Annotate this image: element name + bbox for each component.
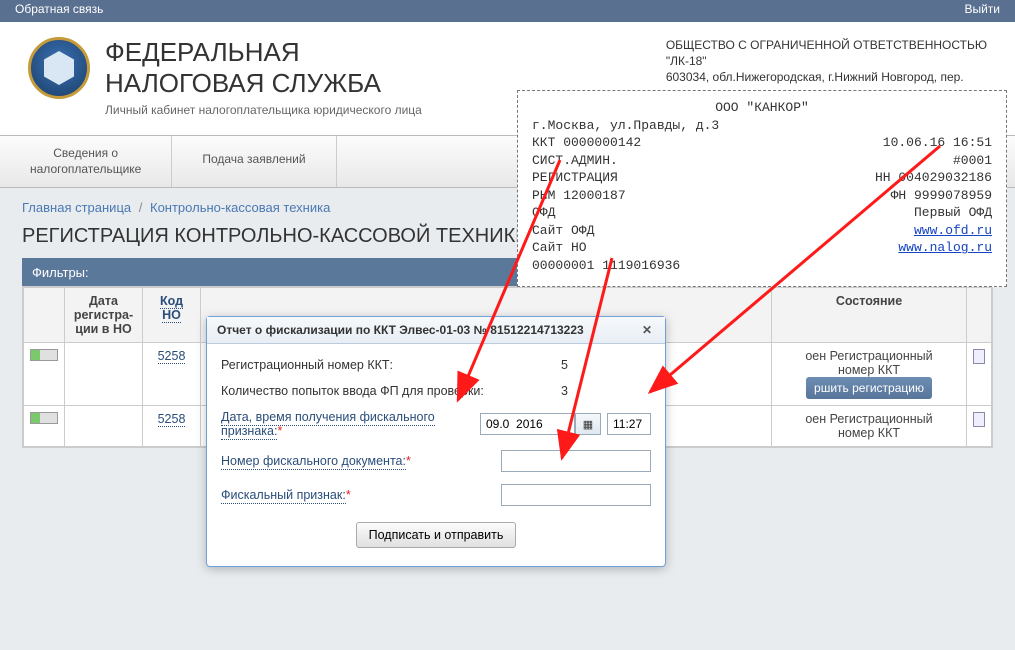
col-no-code: Код НО: [143, 288, 201, 343]
reg-num-label: Регистрационный номер ККТ:: [221, 358, 561, 372]
agency-title-1: ФЕДЕРАЛЬНАЯ: [105, 37, 666, 68]
dialog-title-text: Отчет о фискализации по ККТ Элвес-01-03 …: [217, 323, 584, 337]
nav-submit-applications[interactable]: Подача заявлений: [172, 136, 336, 187]
company-short: "ЛК-18": [666, 53, 987, 69]
time-input[interactable]: [607, 413, 651, 435]
col-reg-date: Дата регистра-ции в НО: [65, 288, 143, 343]
filters-label: Фильтры:: [32, 265, 89, 280]
date-input[interactable]: [480, 413, 575, 435]
status-chip: [30, 349, 58, 361]
fp-input[interactable]: [501, 484, 651, 506]
doc-num-label: Номер фискального документа:: [221, 454, 406, 470]
receipt-fn: ФН 9999078959: [891, 187, 992, 205]
receipt-rnm: РНМ 12000187: [532, 187, 626, 205]
no-code-link[interactable]: 5258: [158, 349, 186, 364]
no-code-link[interactable]: 5258: [158, 412, 186, 427]
receipt-no-site-link[interactable]: www.nalog.ru: [898, 239, 992, 257]
receipt-no-site-label: Сайт НО: [532, 239, 587, 257]
col-state: Состояние: [772, 288, 967, 343]
top-bar: Обратная связь Выйти: [0, 0, 1015, 22]
receipt-admin-label: СИСТ.АДМИН.: [532, 152, 618, 170]
dialog-titlebar: Отчет о фискализации по ККТ Элвес-01-03 …: [207, 317, 665, 344]
fns-logo: [28, 37, 90, 99]
receipt-footer: 00000001 1119016936: [532, 257, 992, 275]
attempts-value: 3: [561, 384, 651, 398]
calendar-icon[interactable]: ▦: [575, 413, 601, 435]
logout-link[interactable]: Выйти: [964, 2, 1000, 20]
attempts-label: Количество попыток ввода ФП для проверки…: [221, 384, 561, 398]
fp-label: Фискальный признак:: [221, 488, 346, 504]
company-info: ОБЩЕСТВО С ОГРАНИЧЕННОЙ ОТВЕТСТВЕННОСТЬЮ…: [666, 37, 987, 86]
fiscal-receipt: ООО "КАНКОР" г.Москва, ул.Правды, д.3 КК…: [517, 90, 1007, 287]
breadcrumb-home[interactable]: Главная страница: [22, 200, 131, 215]
receipt-company: ООО "КАНКОР": [532, 99, 992, 117]
company-name-full: ОБЩЕСТВО С ОГРАНИЧЕННОЙ ОТВЕТСТВЕННОСТЬЮ: [666, 37, 987, 53]
row-state-text: оен Регистрационный: [778, 349, 960, 363]
receipt-kkt: ККТ 0000000142: [532, 134, 641, 152]
receipt-datetime: 10.06.16 16:51: [883, 134, 992, 152]
receipt-ofd-site-label: Сайт ОФД: [532, 222, 594, 240]
status-chip: [30, 412, 58, 424]
document-icon[interactable]: [973, 349, 985, 364]
complete-registration-button[interactable]: ршить регистрацию: [806, 377, 932, 399]
receipt-admin-value: #0001: [953, 152, 992, 170]
receipt-reg-label: РЕГИСТРАЦИЯ: [532, 169, 618, 187]
col-status: [24, 288, 65, 343]
receipt-ofd-label: ОФД: [532, 204, 555, 222]
company-address: 603034, обл.Нижегородская, г.Нижний Новг…: [666, 69, 987, 85]
feedback-link[interactable]: Обратная связь: [15, 2, 103, 20]
receipt-nn: НН 004029032186: [875, 169, 992, 187]
doc-num-input[interactable]: [501, 450, 651, 472]
sign-and-send-button[interactable]: Подписать и отправить: [356, 522, 517, 548]
document-icon[interactable]: [973, 412, 985, 427]
row-state-text: оен Регистрационный: [778, 412, 960, 426]
receipt-address: г.Москва, ул.Правды, д.3: [532, 117, 992, 135]
nav-taxpayer-info[interactable]: Сведения о налогоплательщике: [0, 136, 172, 187]
receipt-ofd-name: Первый ОФД: [914, 204, 992, 222]
col-actions: [967, 288, 992, 343]
reg-num-value: 5: [561, 358, 651, 372]
fiscalization-dialog: Отчет о фискализации по ККТ Элвес-01-03 …: [206, 316, 666, 567]
date-label: Дата, время получения фискального призна…: [221, 410, 435, 440]
receipt-ofd-site-link[interactable]: www.ofd.ru: [914, 222, 992, 240]
close-icon[interactable]: ✕: [639, 322, 655, 338]
breadcrumb-current[interactable]: Контрольно-кассовая техника: [150, 200, 330, 215]
breadcrumb-sep: /: [139, 200, 143, 215]
